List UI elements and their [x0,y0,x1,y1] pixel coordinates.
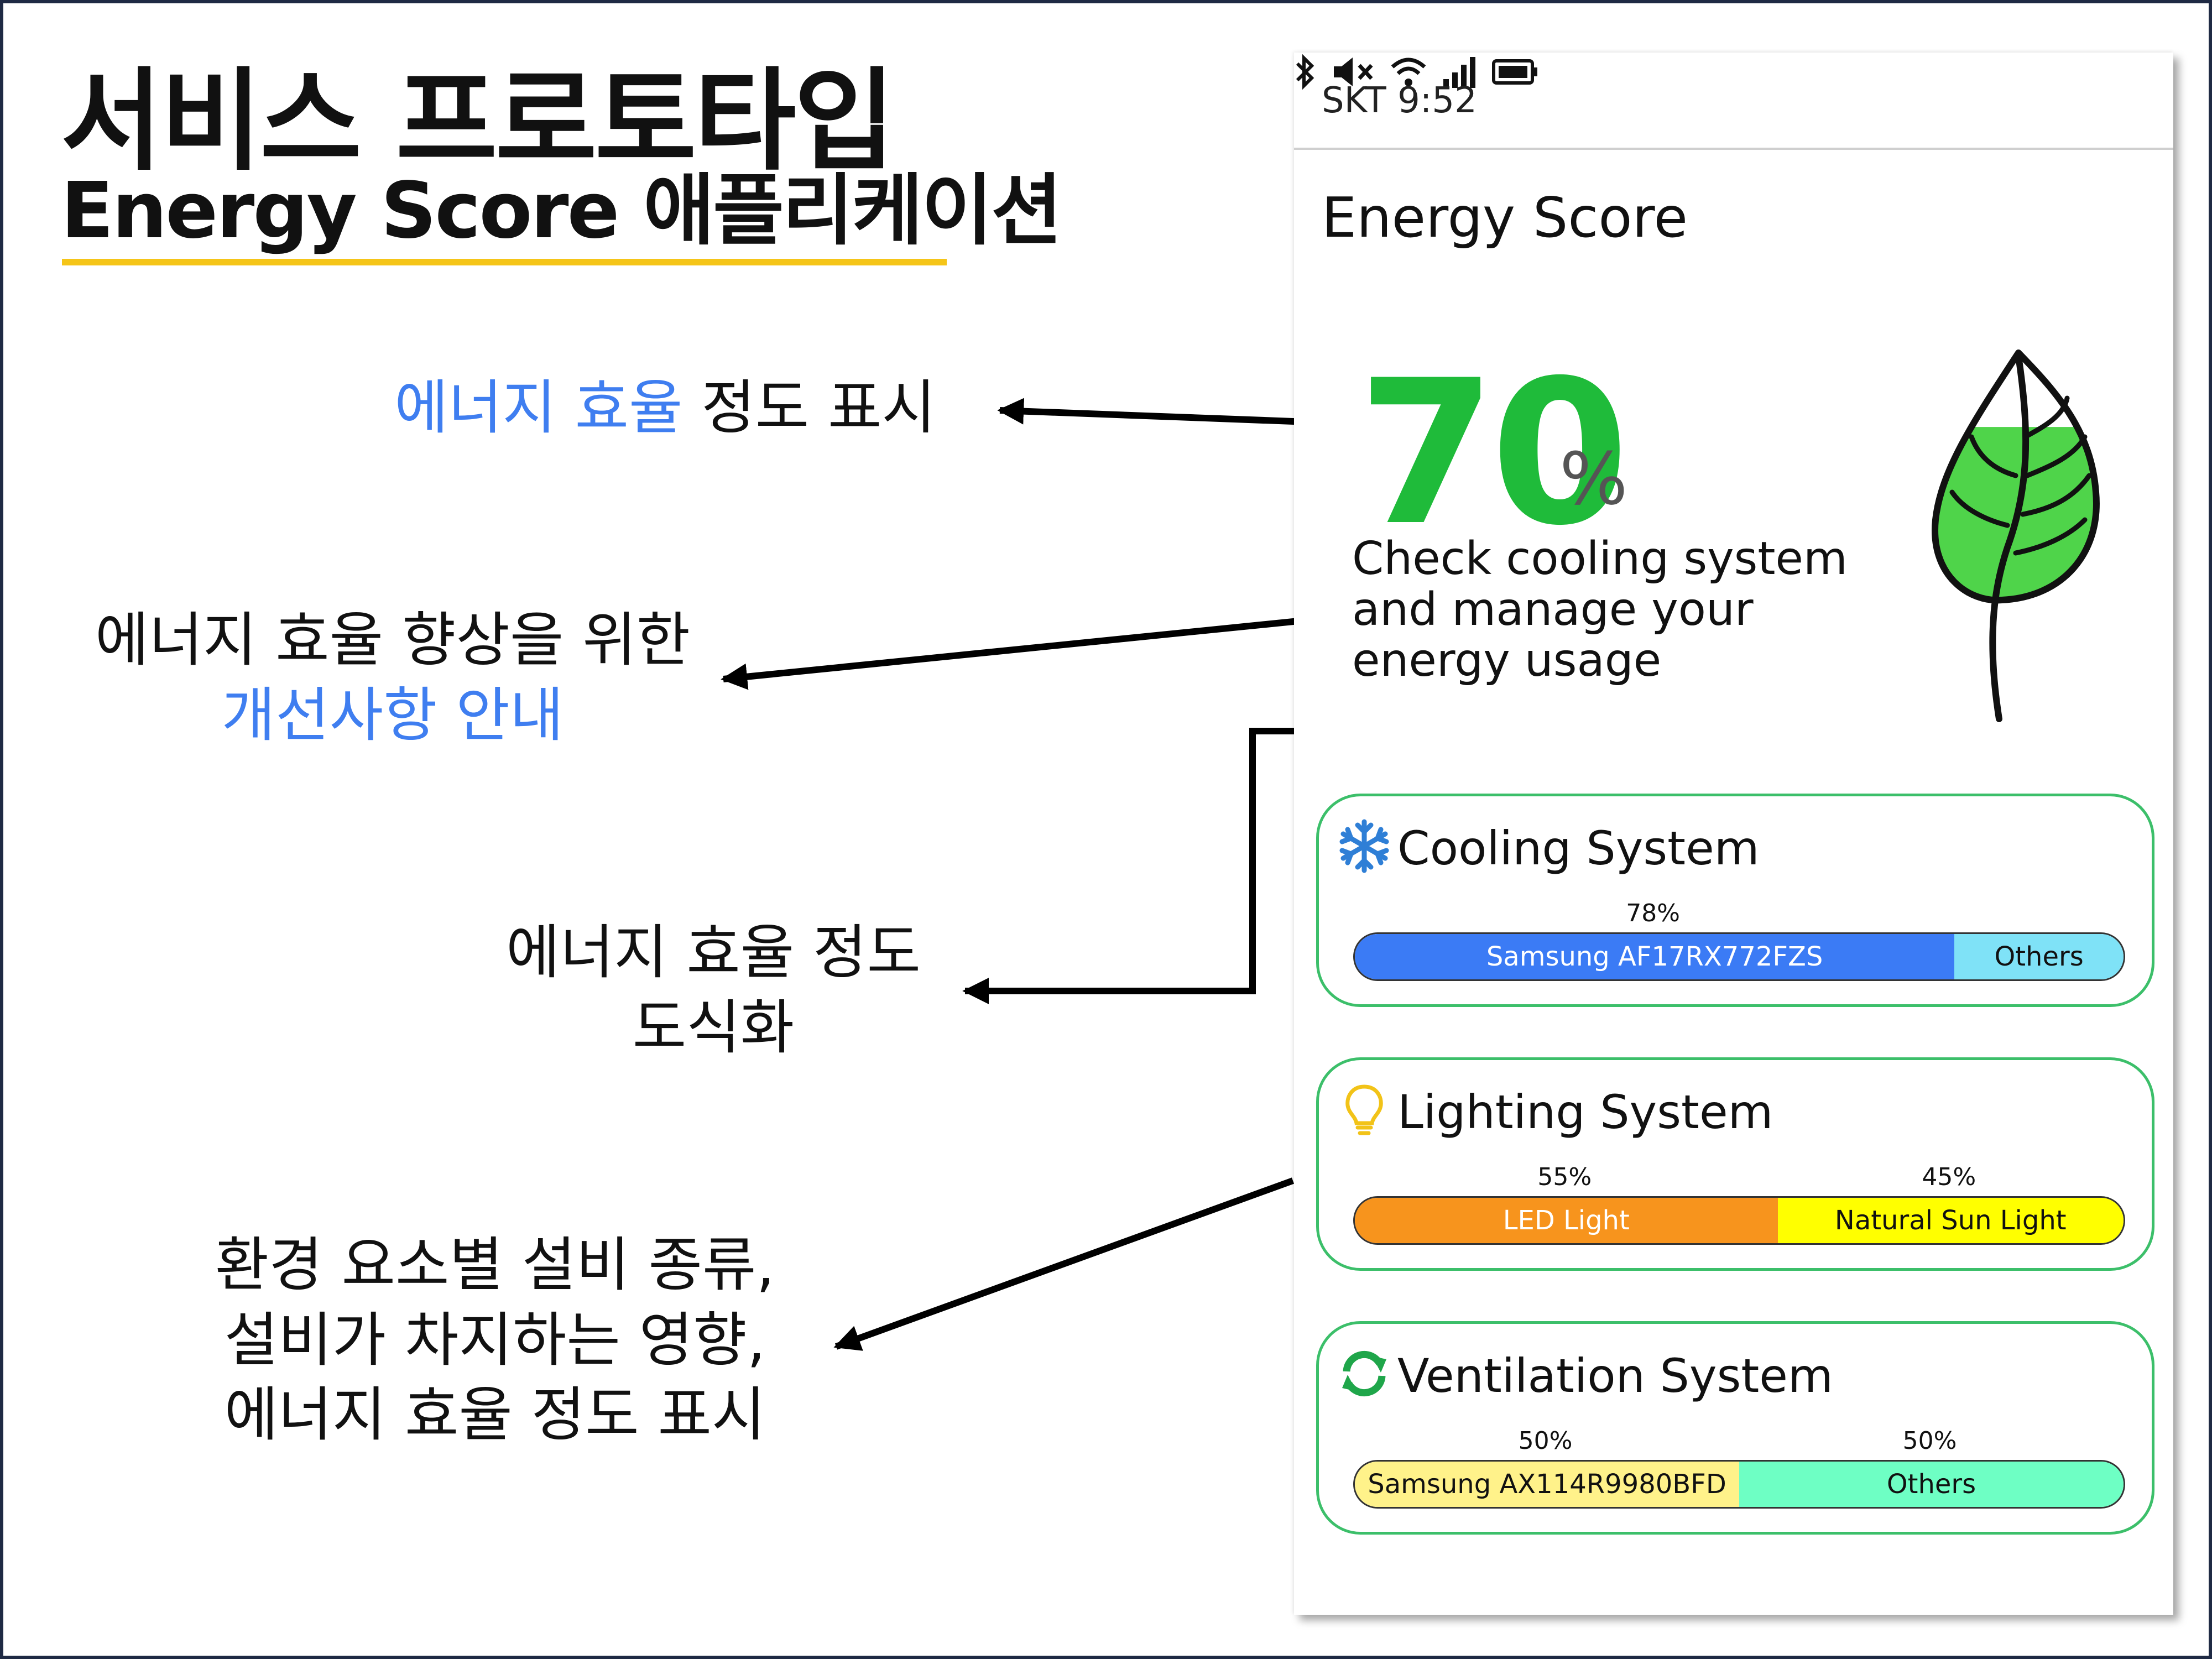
lightbulb-icon [1345,1084,1383,1135]
card-title: Cooling System [1397,821,1760,875]
annotation-visualization: 에너지 효율 정도 도식화 [476,915,951,1065]
cooling-system-card[interactable]: Cooling System 78% Samsung AF17RX772FZS … [1316,794,2154,1007]
segment-others[interactable]: Others [1954,934,2124,979]
segment-percent-label: 50% [1902,1427,1957,1455]
snowflake-icon [1339,819,1389,873]
segment-percent-label: 78% [1626,899,1680,927]
annotation-equipment-breakdown: 환경 요소별 설비 종류, 설비가 차지하는 영향, 에너지 효율 정도 표시 [182,1228,807,1453]
status-bar: SKT 9:52 [1294,53,2173,150]
segment-percent-label: 50% [1518,1427,1573,1455]
segment-percent-label: 55% [1537,1163,1592,1191]
energy-score-unit: % [1559,437,1628,521]
annotation-efficiency-display: 에너지 효율 정도 표시 [394,371,936,446]
advice-message: Check cooling system and manage your ene… [1352,533,1848,687]
annotation-line: 설비가 차지하는 영향, [224,1306,766,1374]
lighting-system-card[interactable]: Lighting System 55% 45% LED Light Natura… [1316,1057,2154,1271]
segment-others[interactable]: Others [1739,1462,2124,1507]
segment-samsung-af17rx772fzs[interactable]: Samsung AF17RX772FZS [1355,934,1955,979]
annotation-highlight: 개선사항 안내 [221,681,564,749]
annotation-line: 환경 요소별 설비 종류, [215,1231,775,1299]
annotation-line: 에너지 효율 정도 [505,919,921,987]
card-title: Ventilation System [1397,1349,1833,1403]
carrier-time: SKT 9:52 [1322,80,1477,121]
ventilation-system-card[interactable]: Ventilation System 50% 50% Samsung AX114… [1316,1321,2154,1535]
slide-title: 서비스 프로토타입 [61,57,896,186]
app-title: Energy Score [1322,185,1688,250]
segment-samsung-ax114r9980bfd[interactable]: Samsung AX114R9980BFD [1355,1462,1739,1507]
annotation-improvement-guide: 에너지 효율 향상을 위한 개선사항 안내 [94,603,691,753]
share-bar: Samsung AF17RX772FZS Others [1353,932,2125,981]
recycle-arrows-icon [1342,1350,1386,1397]
battery-icon [1492,59,1537,85]
annotation-highlight: 에너지 효율 [394,374,683,442]
bluetooth-icon [1296,54,1314,90]
slide-subtitle: Energy Score 애플리케이션 [61,166,1062,256]
segment-led-light[interactable]: LED Light [1355,1198,1778,1243]
annotation-line: 에너지 효율 향상을 위한 [95,606,691,674]
share-bar: Samsung AX114R9980BFD Others [1353,1460,2125,1509]
share-bar: LED Light Natural Sun Light [1353,1196,2125,1245]
card-title: Lighting System [1397,1085,1773,1139]
annotation-text: 정도 표시 [682,374,936,442]
segment-percent-label: 45% [1922,1163,1976,1191]
annotation-line: 에너지 효율 정도 표시 [224,1381,766,1449]
leaf-icon [1932,349,2100,722]
phone-screen: SKT 9:52 Energy Score 70 % Check cooling… [1294,53,2173,1615]
segment-natural-sun-light[interactable]: Natural Sun Light [1777,1198,2124,1243]
annotation-line: 도식화 [632,993,795,1062]
title-underline [62,259,947,265]
